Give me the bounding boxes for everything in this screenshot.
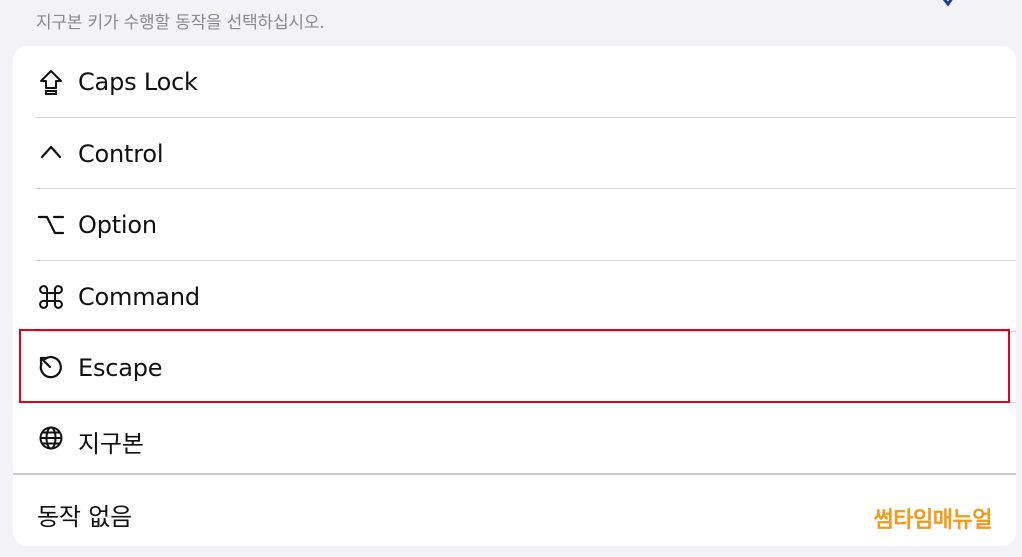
option-row-no-action[interactable]: 동작 없음 [13,475,1016,546]
option-row-caps-lock[interactable]: Caps Lock [13,46,1016,117]
option-key-icon [37,211,65,239]
option-row-option[interactable]: Option [13,189,1016,259]
modifier-key-settings-screen: 지구본 키가 수행할 동작을 선택하십시오. Caps Lock Control [0,0,1022,557]
option-label: Command [78,283,200,311]
control-caret-icon [37,138,65,166]
globe-icon [37,424,65,452]
option-label: Control [78,140,164,168]
section-caption: 지구본 키가 수행할 동작을 선택하십시오. [36,13,325,33]
watermark: 썸타임매뉴얼 [873,508,993,533]
caps-lock-icon [37,68,65,96]
option-label: Option [78,211,157,239]
option-row-command[interactable]: Command [13,261,1016,331]
no-action-label: 동작 없음 [37,503,132,531]
selection-highlight-box [19,329,1010,403]
option-row-control[interactable]: Control [13,118,1016,188]
options-list: Caps Lock Control Option Command Escape … [13,46,1016,546]
command-key-icon [37,283,65,311]
option-label: 지구본 [78,430,144,458]
checkmark-icon [942,0,953,7]
option-row-globe[interactable]: 지구본 [13,403,1016,473]
option-label: Caps Lock [78,68,198,96]
